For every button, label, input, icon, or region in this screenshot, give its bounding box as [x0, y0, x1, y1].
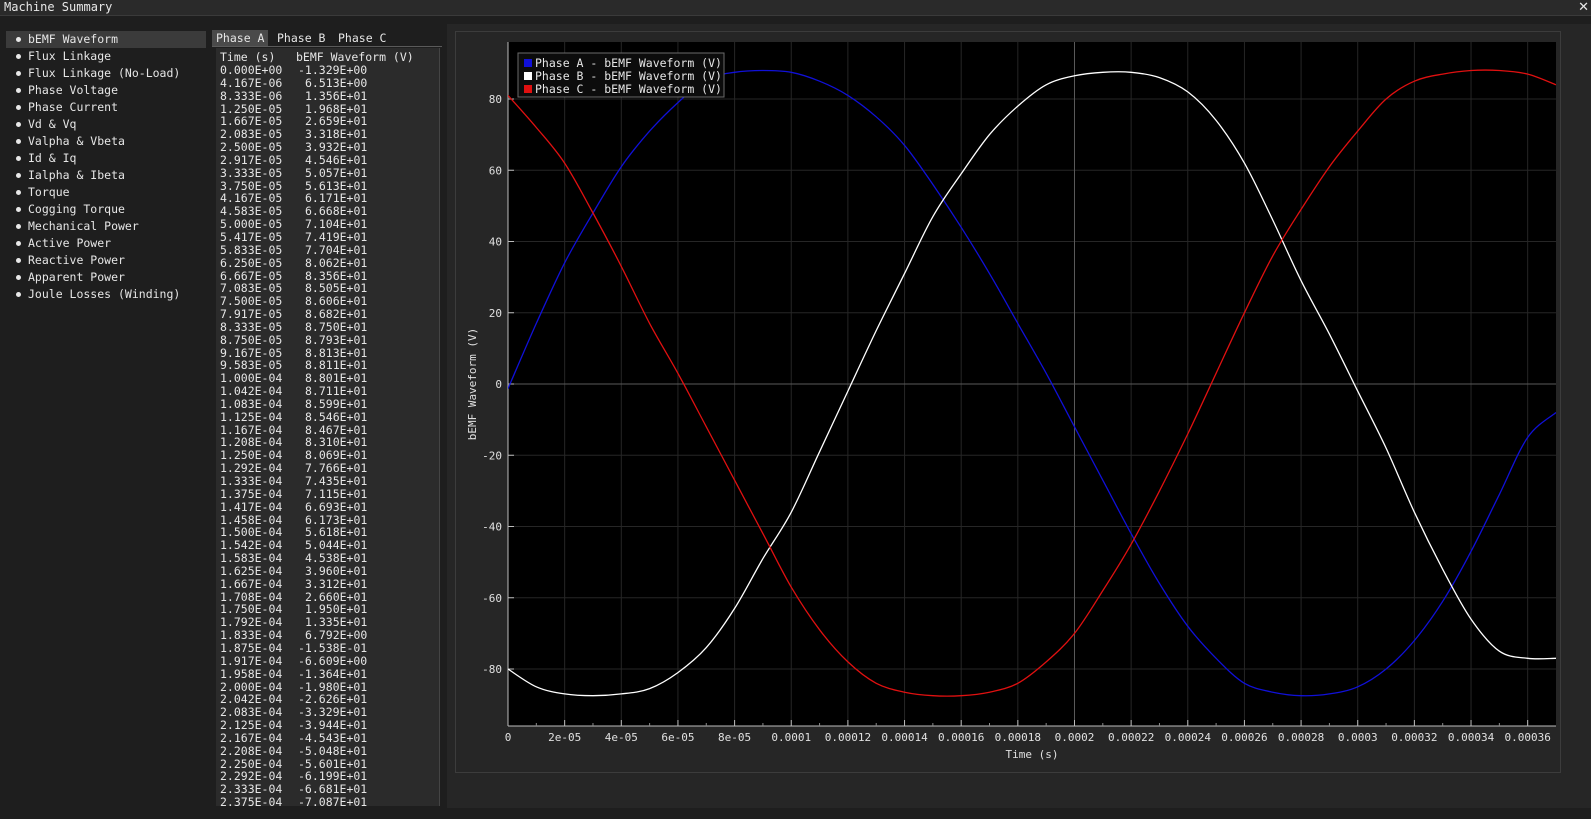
y-tick-label: 40 [489, 236, 502, 249]
x-tick-label: 0.0001 [771, 731, 811, 744]
x-tick-label: 0.00024 [1165, 731, 1212, 744]
x-tick-label: 0.00026 [1221, 731, 1267, 744]
y-tick-label: 20 [489, 307, 502, 320]
x-tick-label: 0.00034 [1448, 731, 1495, 744]
x-tick-label: 0.0003 [1338, 731, 1378, 744]
x-tick-label: 0.0002 [1055, 731, 1095, 744]
y-tick-label: -60 [482, 592, 502, 605]
x-tick-label: 4e-05 [605, 731, 638, 744]
y-axis-label: bEMF Waveform (V) [466, 328, 479, 441]
x-tick-label: 2e-05 [548, 731, 581, 744]
x-tick-label: 0.00018 [995, 731, 1041, 744]
x-tick-label: 0.00012 [825, 731, 871, 744]
legend-swatch [524, 72, 532, 80]
x-axis-label: Time (s) [1006, 748, 1059, 761]
legend-label: Phase A - bEMF Waveform (V) [535, 56, 722, 70]
x-tick-label: 0.00016 [938, 731, 984, 744]
x-tick-label: 0 [505, 731, 512, 744]
x-tick-label: 0.00022 [1108, 731, 1154, 744]
x-tick-label: 0.00014 [881, 731, 928, 744]
legend-swatch [524, 85, 532, 93]
y-tick-label: 80 [489, 93, 502, 106]
legend-label: Phase B - bEMF Waveform (V) [535, 69, 722, 83]
x-tick-label: 6e-05 [661, 731, 694, 744]
legend-swatch [524, 59, 532, 67]
y-tick-label: -20 [482, 449, 502, 462]
y-tick-label: -80 [482, 663, 502, 676]
x-tick-label: 0.00036 [1504, 731, 1550, 744]
x-tick-label: 0.00032 [1391, 731, 1437, 744]
y-tick-label: 60 [489, 164, 502, 177]
y-tick-label: 0 [495, 378, 502, 391]
legend-label: Phase C - bEMF Waveform (V) [535, 82, 722, 96]
x-tick-label: 0.00028 [1278, 731, 1324, 744]
bemf-chart[interactable]: 0 2e-05 4e-05 6e-05 8e-05 0.0001 0.00012 0.0001… [0, 0, 1591, 819]
x-tick-label: 8e-05 [718, 731, 751, 744]
y-tick-label: -40 [482, 521, 502, 534]
